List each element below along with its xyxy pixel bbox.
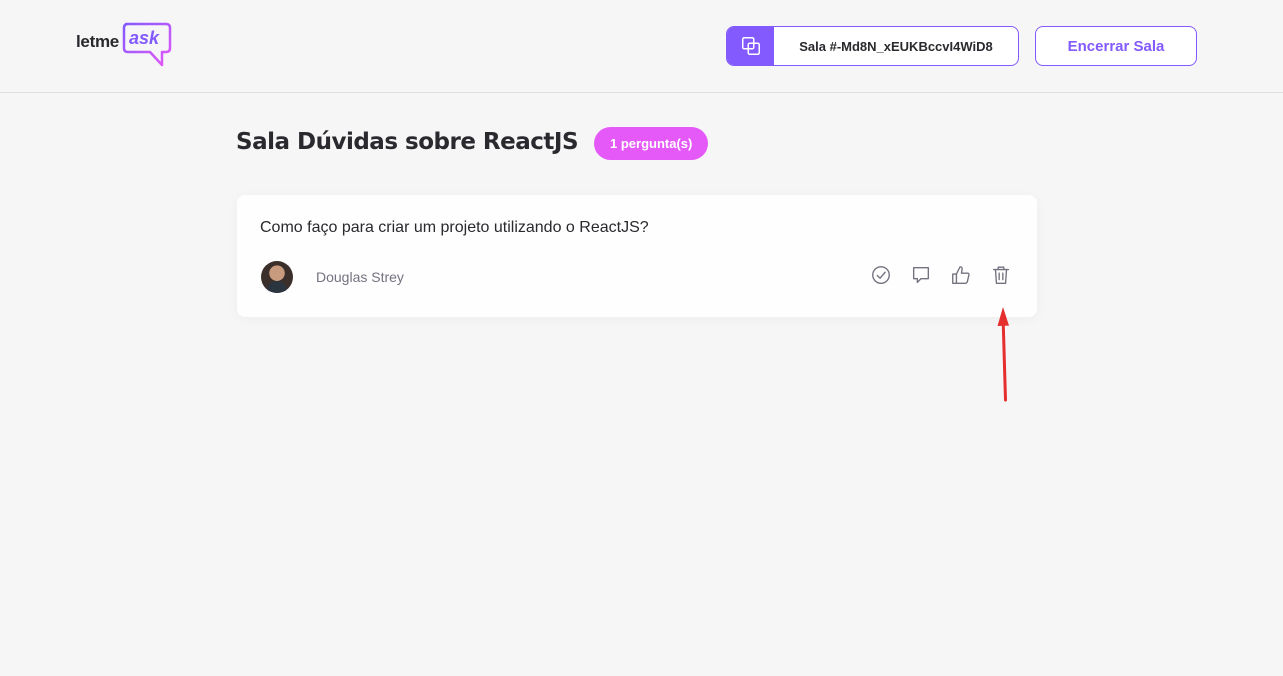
answer-icon[interactable] <box>909 263 933 287</box>
room-code-label: Sala #-Md8N_xEUKBccvI4WiD8 <box>799 38 993 54</box>
copy-icon[interactable] <box>727 27 774 65</box>
like-icon[interactable] <box>949 263 973 287</box>
page-title: Sala Dúvidas sobre ReactJS <box>236 129 579 155</box>
end-room-button[interactable]: Encerrar Sala <box>1035 26 1197 66</box>
logo-prefix: letme <box>76 32 119 51</box>
letmeask-logo[interactable]: letme ask <box>76 22 176 70</box>
check-icon[interactable] <box>869 263 893 287</box>
question-actions <box>869 263 1013 287</box>
avatar <box>261 261 293 293</box>
question-count-badge: 1 pergunta(s) <box>594 127 709 160</box>
question-card: Como faço para criar um projeto utilizan… <box>237 195 1037 317</box>
question-author: Douglas Strey <box>316 269 404 285</box>
header: letme ask Sala #-Md8N_xEUKBccvI4WiD8 Enc… <box>0 0 1283 93</box>
room-code-button[interactable]: Sala #-Md8N_xEUKBccvI4WiD8 <box>726 26 1019 66</box>
question-content: Como faço para criar um projeto utilizan… <box>260 219 649 236</box>
trash-icon[interactable] <box>989 263 1013 287</box>
logo-suffix: ask <box>129 28 160 48</box>
annotation-arrow-icon <box>997 307 1009 402</box>
